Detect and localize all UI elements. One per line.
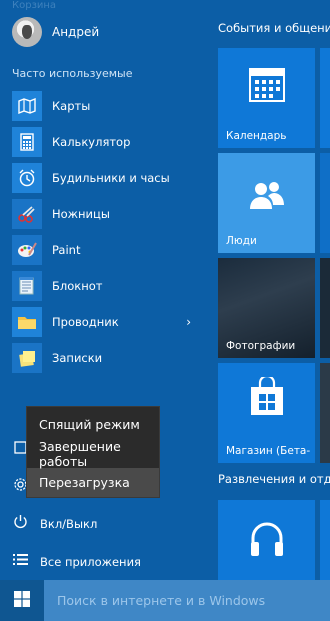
tile-label: Магазин (Бета- — [226, 445, 311, 457]
store-icon — [249, 374, 285, 421]
app-label: Калькулятор — [52, 135, 131, 149]
tiles-area: События и общение Календарь Люди Фотогра… — [210, 0, 330, 580]
chevron-right-icon[interactable]: › — [186, 315, 191, 329]
tile-label: Календарь — [226, 130, 287, 142]
power-icon — [12, 514, 28, 533]
notepad-icon — [12, 271, 42, 301]
start-menu: Корзина Андрей Часто используемые Карты … — [0, 0, 330, 580]
user-account[interactable]: Андрей — [12, 17, 99, 47]
power-label: Вкл/Выкл — [40, 516, 98, 531]
app-paint[interactable]: Paint — [12, 232, 197, 268]
tile-people[interactable]: Люди — [218, 153, 315, 253]
tile-partial[interactable] — [320, 153, 330, 253]
scissors-icon — [12, 199, 42, 229]
app-alarms[interactable]: Будильники и часы — [12, 160, 197, 196]
app-snipping-tool[interactable]: Ножницы — [12, 196, 197, 232]
list-icon — [12, 553, 28, 570]
app-label: Записки — [52, 351, 103, 365]
app-label: Paint — [52, 243, 81, 257]
headphones-icon — [247, 518, 287, 562]
search-input[interactable]: Поиск в интернете и в Windows — [44, 580, 330, 621]
windows-logo-icon — [14, 590, 30, 611]
sticky-notes-icon — [12, 343, 42, 373]
people-icon — [249, 181, 284, 215]
calculator-icon — [12, 127, 42, 157]
most-used-list: Карты Калькулятор Будильники и часы Ножн… — [12, 88, 197, 376]
maps-icon — [12, 91, 42, 121]
app-notepad[interactable]: Блокнот — [12, 268, 197, 304]
tile-music[interactable] — [218, 500, 315, 580]
power-menu: Спящий режим Завершение работы Перезагру… — [26, 406, 160, 498]
tile-partial-mail[interactable] — [320, 48, 330, 148]
tile-store[interactable]: Магазин (Бета- — [218, 363, 315, 463]
tile-partial[interactable] — [320, 258, 330, 358]
app-file-explorer[interactable]: Проводник › — [12, 304, 197, 340]
app-maps[interactable]: Карты — [12, 88, 197, 124]
app-label: Блокнот — [52, 279, 103, 293]
tile-partial[interactable] — [320, 363, 330, 463]
alarm-clock-icon — [12, 163, 42, 193]
tile-calendar[interactable]: Календарь — [218, 48, 315, 148]
calendar-icon — [248, 68, 285, 106]
start-button[interactable] — [0, 580, 44, 621]
user-name: Андрей — [52, 25, 100, 39]
all-apps-label: Все приложения — [40, 554, 141, 569]
app-label: Проводник — [52, 315, 119, 329]
paint-icon — [12, 235, 42, 265]
app-calculator[interactable]: Калькулятор — [12, 124, 197, 160]
all-apps-button[interactable]: Все приложения — [12, 553, 141, 570]
app-label: Будильники и часы — [52, 171, 170, 185]
app-label: Карты — [52, 99, 91, 113]
sleep-option[interactable]: Спящий режим — [27, 410, 159, 439]
tile-label: Люди — [226, 235, 257, 247]
tile-photos[interactable]: Фотографии — [218, 258, 315, 358]
most-used-label: Часто используемые — [12, 67, 133, 80]
tile-group-label: Развлечения и отды — [218, 472, 330, 486]
tile-partial[interactable] — [320, 500, 330, 580]
restart-option[interactable]: Перезагрузка — [27, 468, 159, 497]
folder-icon — [12, 307, 42, 337]
taskbar: Поиск в интернете и в Windows — [0, 580, 330, 621]
app-sticky-notes[interactable]: Записки — [12, 340, 197, 376]
power-button[interactable]: Вкл/Выкл — [12, 514, 97, 533]
tile-label: Фотографии — [226, 340, 296, 352]
shutdown-option[interactable]: Завершение работы — [27, 439, 159, 469]
tile-group-label: События и общение — [218, 21, 330, 35]
avatar — [12, 17, 42, 47]
app-label: Ножницы — [52, 207, 110, 221]
